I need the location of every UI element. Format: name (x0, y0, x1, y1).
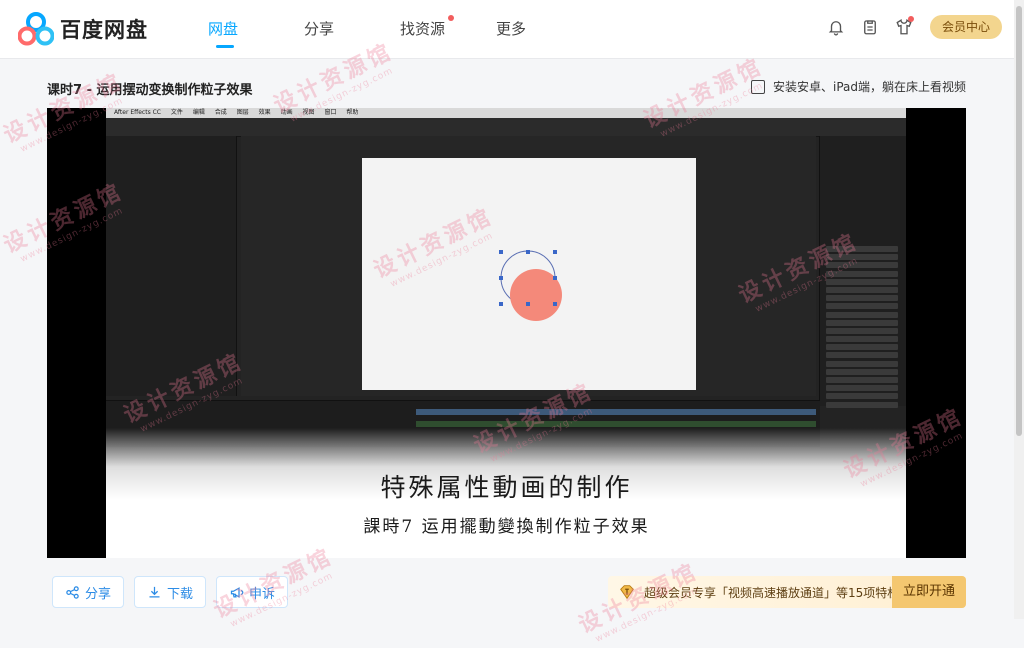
mac-menu-bar: After Effects CC 文件 编辑 合成 图层 效果 动画 视图 窗口… (106, 108, 906, 118)
vip-promo-text: 超级会员专享「视频高速播放通道」等15项特权 (644, 585, 900, 600)
top-header: 百度网盘 网盘 分享 找资源 更多 会员中心 (0, 0, 1014, 59)
tablet-icon (750, 79, 765, 94)
nav-label: 更多 (496, 20, 527, 38)
vip-promo-bar: 超级会员专享「视频高速播放通道」等15项特权 立即开通 (608, 576, 966, 608)
ae-effects-panel (819, 136, 906, 408)
menu-item: 帮助 (346, 109, 359, 116)
download-button[interactable]: 下载 (134, 576, 207, 608)
scrollbar-thumb[interactable] (1016, 6, 1022, 436)
logo[interactable]: 百度网盘 (18, 12, 148, 46)
menu-item: 窗口 (324, 109, 337, 116)
video-subtitle-sub: 課時7 运用擺動變換制作粒子效果 (363, 517, 650, 537)
clipboard-icon[interactable] (858, 15, 882, 39)
menu-item: 视图 (302, 109, 315, 116)
menu-item: 图层 (236, 109, 249, 116)
ae-toolbar (106, 118, 906, 137)
video-player[interactable]: After Effects CC 文件 编辑 合成 图层 效果 动画 视图 窗口… (47, 108, 966, 558)
report-button[interactable]: 申诉 (216, 576, 289, 608)
video-actions: 分享 下载 申诉 (52, 576, 298, 608)
share-label: 分享 (85, 586, 112, 602)
download-label: 下载 (167, 586, 194, 602)
nav-item-find-resources[interactable]: 找资源 (400, 0, 496, 58)
share-icon (66, 585, 79, 599)
page-scrollbar[interactable] (1014, 0, 1024, 619)
share-button[interactable]: 分享 (52, 576, 125, 608)
notification-dot (908, 16, 914, 22)
vip-open-button[interactable]: 立即开通 (892, 576, 966, 608)
menu-item: 效果 (258, 109, 271, 116)
nav-item-netdisk[interactable]: 网盘 (208, 0, 304, 58)
vip-center-button[interactable]: 会员中心 (930, 15, 1002, 39)
nav-item-more[interactable]: 更多 (496, 0, 592, 58)
baidu-netdisk-logo-icon (18, 12, 54, 46)
nav-label: 网盘 (208, 20, 239, 38)
ae-composition-canvas (362, 158, 696, 390)
menu-item: 编辑 (192, 109, 205, 116)
app-name: 百度网盘 (60, 18, 148, 42)
main-nav: 网盘 分享 找资源 更多 (208, 0, 592, 58)
megaphone-icon (230, 586, 244, 598)
video-subtitle-main: 特殊属性動画的制作 (380, 473, 633, 502)
ipad-tip-text: 安装安卓、iPad端，躺在床上看视频 (772, 80, 966, 94)
menu-item: 文件 (170, 109, 183, 116)
menu-item: 合成 (214, 109, 227, 116)
notification-dot (448, 15, 454, 21)
course-title: 课时7 - 运用摆动变换制作粒子效果 (47, 83, 253, 98)
bell-icon[interactable] (824, 15, 848, 39)
vip-diamond-icon (620, 585, 634, 600)
nav-label: 找资源 (400, 20, 446, 38)
nav-item-share[interactable]: 分享 (304, 0, 400, 58)
report-label: 申诉 (249, 586, 276, 602)
comp-shapes (499, 250, 562, 321)
ae-project-panel (106, 136, 237, 396)
menu-app-name: After Effects CC (114, 109, 161, 116)
nav-label: 分享 (304, 20, 335, 38)
shirt-icon[interactable] (892, 15, 916, 39)
download-icon (149, 586, 160, 597)
header-actions: 会员中心 (824, 15, 1002, 39)
ipad-tip[interactable]: 安装安卓、iPad端，躺在床上看视频 (750, 78, 966, 95)
menu-item: 动画 (280, 109, 293, 116)
